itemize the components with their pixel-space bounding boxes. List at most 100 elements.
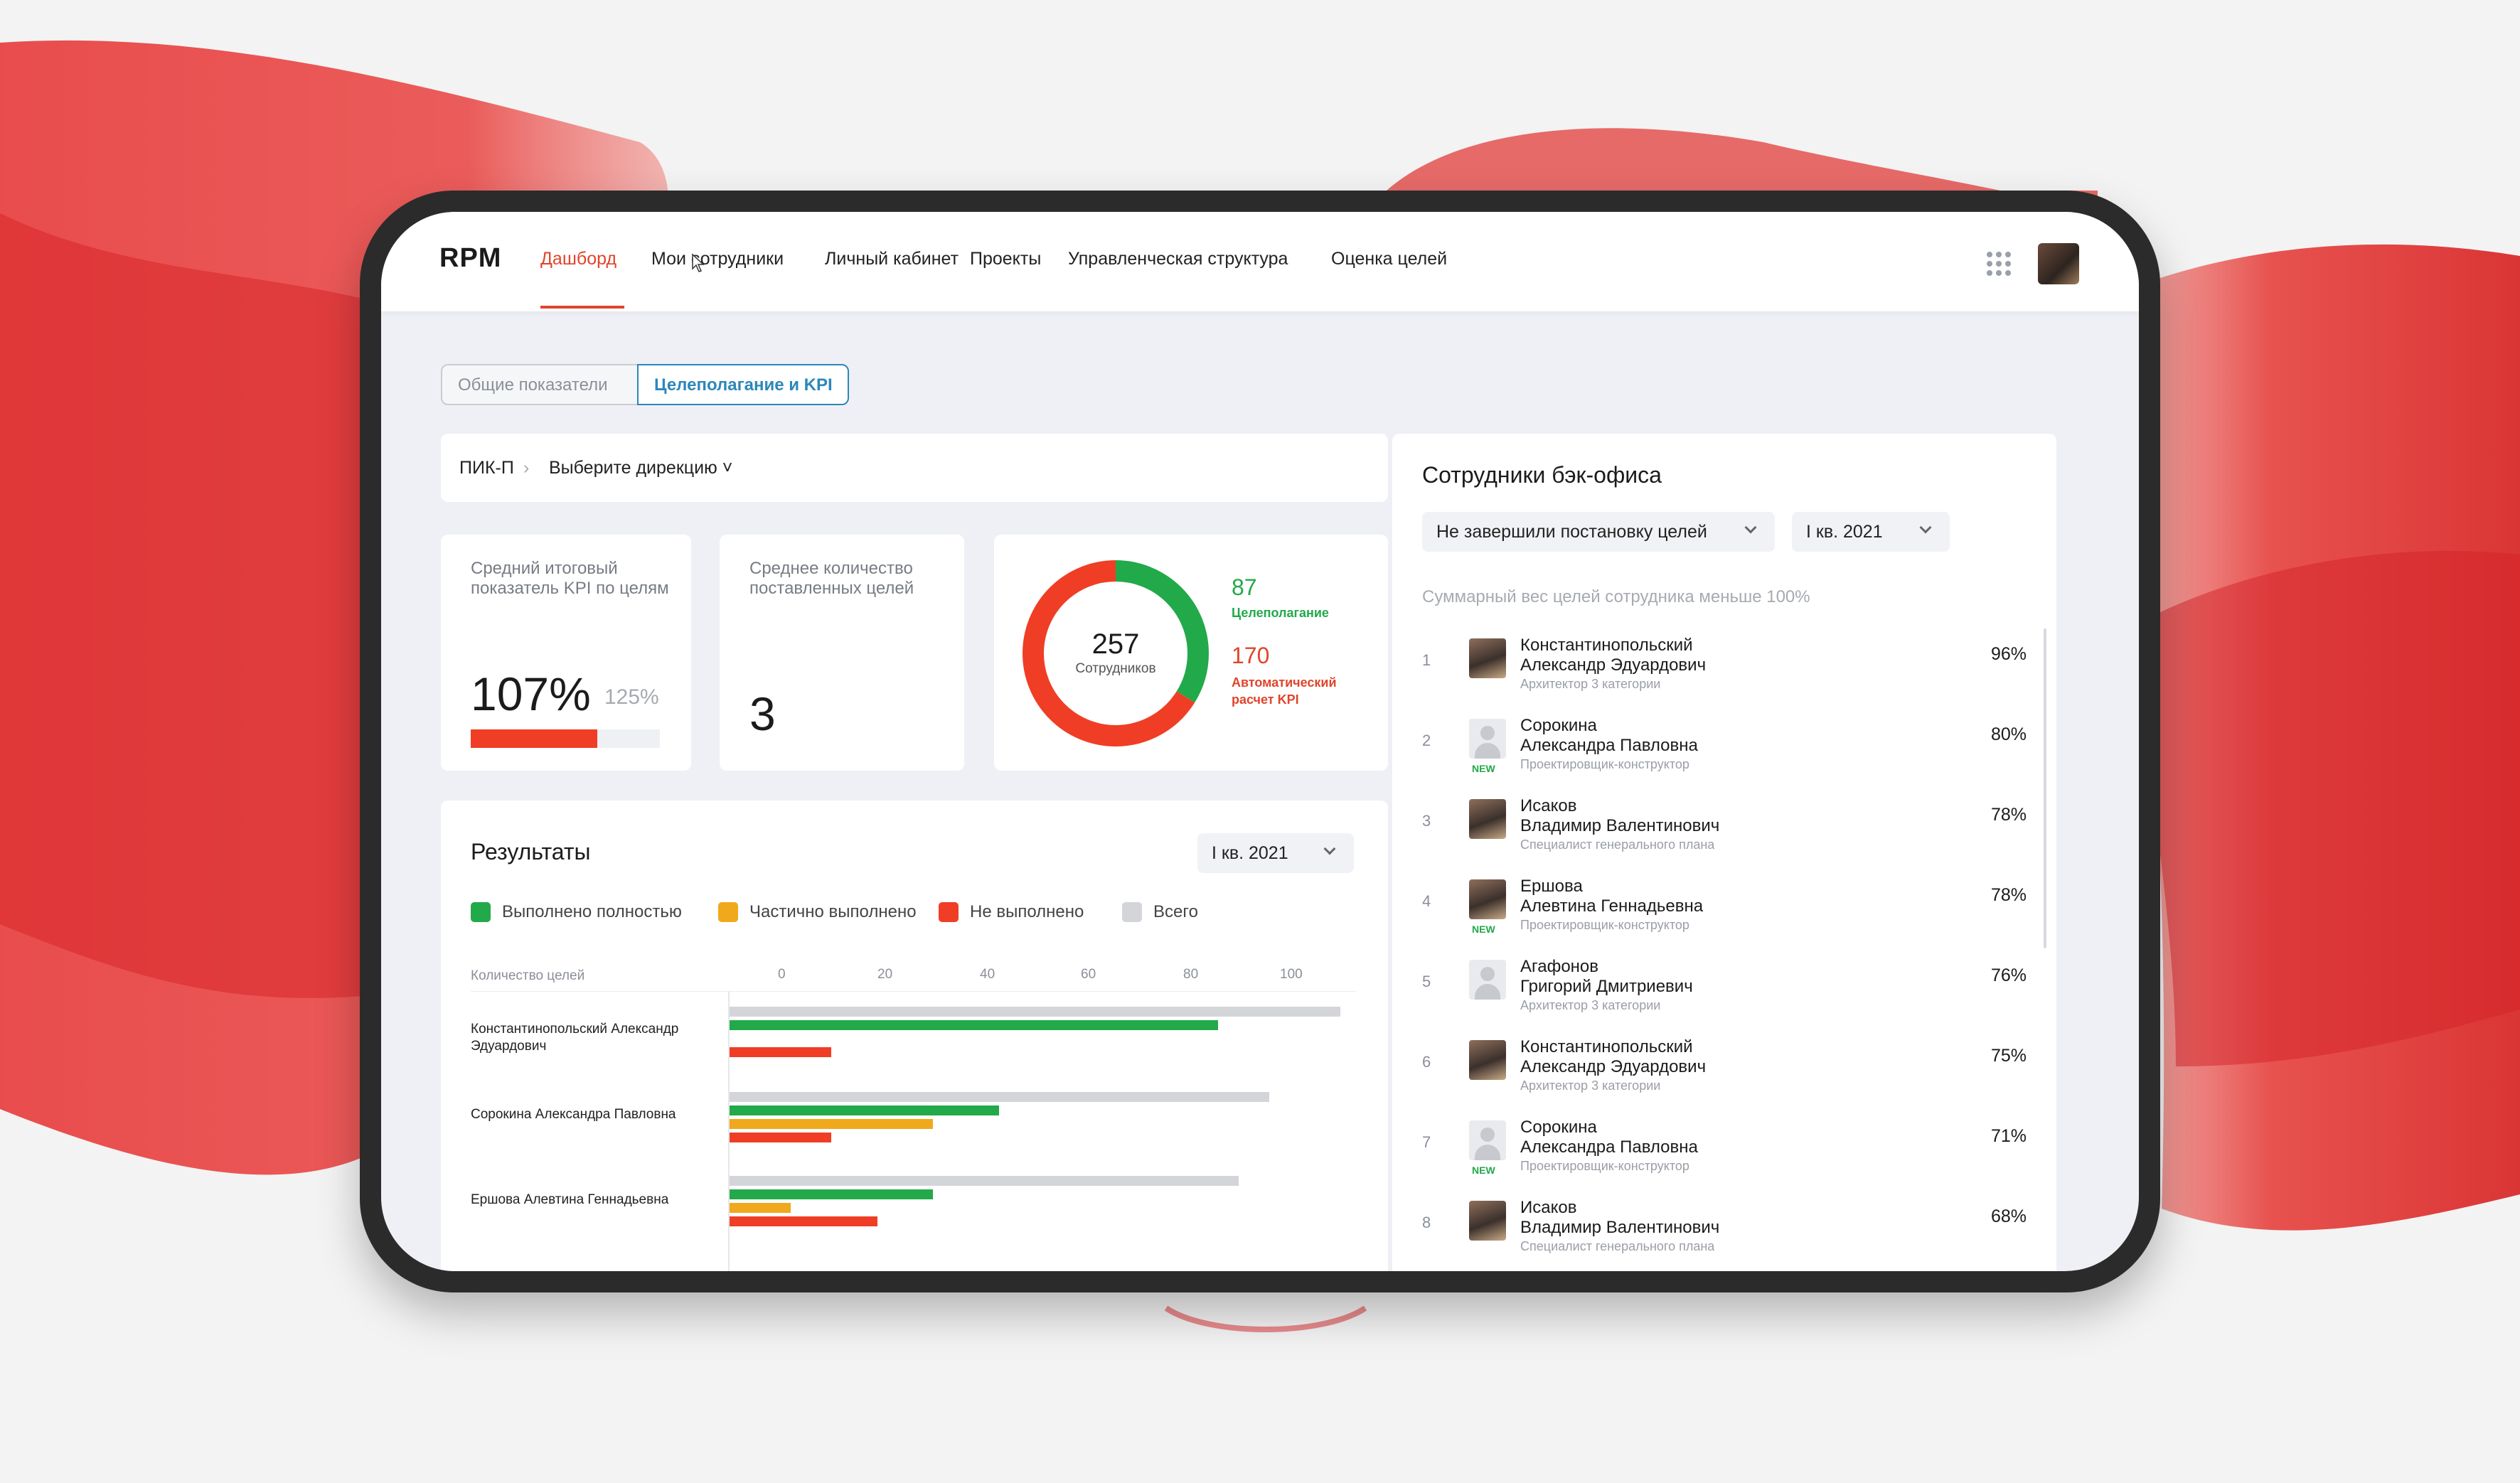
logo[interactable]: RPM	[439, 243, 501, 274]
employee-row[interactable]: 7 NEW Сорокина Александра Павловна Проектиро…	[1392, 1118, 2056, 1192]
employee-surname: Ершова	[1520, 877, 1583, 896]
legend-swatch-gray	[1122, 902, 1142, 922]
breadcrumb-root[interactable]: ПИК-П	[459, 458, 514, 478]
bar-Частично выполнено	[730, 1203, 791, 1213]
employee-name: Агафонов Григорий Дмитриевич	[1520, 957, 1961, 997]
new-badge: NEW	[1472, 763, 1495, 774]
employee-avatar	[1469, 879, 1506, 919]
employee-surname: Исаков	[1520, 796, 1577, 815]
employee-name: Ершова Алевтина Геннадьевна	[1520, 877, 1961, 916]
employee-name: Исаков Владимир Валентинович	[1520, 1198, 1961, 1238]
employee-role: Архитектор 3 категории	[1520, 677, 1661, 691]
employee-index: 5	[1422, 973, 1431, 990]
legend-label: Частично выполнено	[749, 902, 917, 921]
nav-projects[interactable]: Проекты	[970, 249, 1041, 269]
goal-setting-count: 87	[1232, 574, 1257, 600]
chart-category-label: Ершова Алевтина Геннадьевна	[471, 1192, 669, 1207]
employee-surname: Константинопольский	[1520, 636, 1693, 655]
x-tick: 40	[980, 967, 995, 982]
kpi-goals-value: 3	[749, 687, 776, 740]
legend-swatch-green	[471, 902, 491, 922]
employee-name: Сорокина Александра Павловна	[1520, 716, 1961, 756]
donut-total-label: Сотрудников	[1075, 661, 1156, 676]
nav-my-employees[interactable]: Мои сотрудники	[651, 249, 784, 269]
employee-index: 2	[1422, 732, 1431, 749]
employee-role: Проектировщик-конструктор	[1520, 757, 1689, 771]
tab-goal-setting-kpi[interactable]: Целеполагание и KPI	[637, 364, 849, 405]
kpi-goals-card: Среднее количество поставленных целей 3	[720, 535, 964, 771]
auto-kpi-count: 170	[1232, 643, 1270, 668]
employee-name: Константинопольский Александр Эдуардович	[1520, 636, 1961, 675]
employee-avatar	[1469, 1040, 1506, 1080]
user-avatar[interactable]	[2038, 243, 2079, 284]
bar-Выполнено полностью	[730, 1105, 1000, 1115]
results-period-select[interactable]: I кв. 2021	[1197, 833, 1354, 873]
bar-Всего	[730, 1176, 1239, 1186]
employee-row[interactable]: 1 Константинопольский Александр Эдуардович…	[1392, 636, 2056, 710]
nav-goal-evaluation[interactable]: Оценка целей	[1331, 249, 1447, 269]
kpi-progress-fill	[471, 729, 598, 748]
legend-swatch-red	[939, 902, 959, 922]
nav-management-structure[interactable]: Управленческая структура	[1068, 249, 1288, 269]
legend-partial: Частично выполнено	[718, 901, 917, 923]
employee-row[interactable]: 3 Исаков Владимир Валентинович Специалист г…	[1392, 796, 2056, 870]
nav-dashboard[interactable]: Дашборд	[540, 249, 616, 269]
employee-row[interactable]: 4 NEW Ершова Алевтина Геннадьевна Проектиров…	[1392, 877, 2056, 951]
employees-period-value: I кв. 2021	[1806, 522, 1883, 542]
nav-active-indicator	[540, 306, 624, 309]
kpi-staff-card: 257 Сотрудников 87 Целеполагание 170 Авт…	[994, 535, 1388, 771]
bar-Не выполнено	[730, 1133, 832, 1142]
apps-grid-icon[interactable]	[1987, 252, 2011, 276]
employee-role: Специалист генерального плана	[1520, 1239, 1715, 1253]
employee-avatar	[1469, 1201, 1506, 1241]
employees-period-select[interactable]: I кв. 2021	[1792, 512, 1950, 552]
x-tick: 100	[1280, 967, 1303, 982]
employees-scrollbar[interactable]	[2044, 628, 2046, 948]
bar-Всего	[730, 1092, 1269, 1102]
bar-Всего	[730, 1007, 1341, 1017]
employee-avatar	[1469, 799, 1506, 839]
kpi-average-target: 125%	[604, 685, 659, 709]
tab-general-indicators[interactable]: Общие показатели	[441, 364, 637, 405]
employee-avatar	[1469, 960, 1506, 1000]
employee-avatar	[1469, 1120, 1506, 1160]
nav-personal-account[interactable]: Личный кабинет	[825, 249, 959, 269]
employee-index: 7	[1422, 1133, 1431, 1151]
employee-given-name: Владимир Валентинович	[1520, 816, 1720, 835]
legend-full: Выполнено полностью	[471, 901, 682, 923]
employee-row[interactable]: 8 Исаков Владимир Валентинович Специалист г…	[1392, 1198, 2056, 1271]
employee-goal-weight: 75%	[1990, 1046, 2027, 1066]
x-axis-line	[471, 991, 1357, 992]
employee-index: 6	[1422, 1053, 1431, 1071]
chevron-down-icon	[1919, 521, 1932, 534]
employee-row[interactable]: 2 NEW Сорокина Александра Павловна Проектиро…	[1392, 716, 2056, 790]
results-title: Результаты	[471, 839, 591, 864]
chevron-down-icon	[1323, 842, 1336, 855]
employee-given-name: Алевтина Геннадьевна	[1520, 896, 1704, 916]
x-axis-label: Количество целей	[471, 968, 585, 983]
chart-category-label: Константинопольский Александр Эдуардович	[471, 1022, 679, 1054]
bar-Выполнено полностью	[730, 1020, 1219, 1030]
employees-filter-select[interactable]: Не завершили постановку целей	[1422, 512, 1775, 552]
new-badge: NEW	[1472, 1165, 1495, 1176]
legend-not-done: Не выполнено	[939, 901, 1084, 923]
employee-surname: Константинопольский	[1520, 1037, 1693, 1056]
legend-label: Всего	[1153, 902, 1198, 921]
employee-role: Проектировщик-конструктор	[1520, 918, 1689, 932]
employee-given-name: Александр Эдуардович	[1520, 655, 1707, 675]
employee-given-name: Владимир Валентинович	[1520, 1218, 1720, 1237]
chevron-down-icon	[1744, 521, 1757, 534]
employee-goal-weight: 80%	[1990, 724, 2027, 744]
mouse-cursor-icon	[692, 253, 705, 272]
employee-name: Константинопольский Александр Эдуардович	[1520, 1037, 1961, 1077]
employee-index: 4	[1422, 892, 1431, 910]
direction-select[interactable]: Выберите дирекцию ˅	[549, 458, 732, 478]
employee-role: Специалист генерального плана	[1520, 837, 1715, 852]
employee-avatar	[1469, 638, 1506, 678]
employee-row[interactable]: 6 Константинопольский Александр Эдуардович…	[1392, 1037, 2056, 1111]
employee-row[interactable]: 5 Агафонов Григорий Дмитриевич Архитектор 3…	[1392, 957, 2056, 1031]
bar-Не выполнено	[730, 1216, 877, 1226]
employee-given-name: Александр Эдуардович	[1520, 1057, 1707, 1076]
x-tick: 80	[1183, 967, 1199, 982]
x-tick: 60	[1081, 967, 1096, 982]
